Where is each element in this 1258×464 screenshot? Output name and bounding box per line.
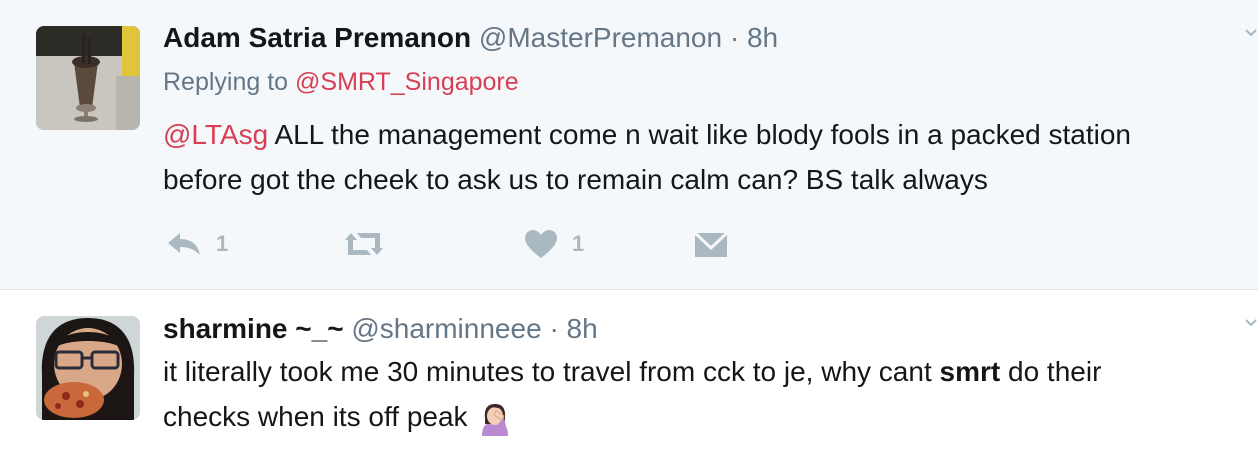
tweet-text-line-1: @LTAsg ALL the management come n wait li… — [163, 112, 1131, 157]
like-count: 1 — [572, 231, 585, 256]
replying-to-label: Replying to — [163, 68, 296, 96]
timestamp[interactable]: 8h — [747, 22, 778, 53]
tweet-text-line-2: before got the cheek to ask us to remain… — [163, 164, 988, 195]
tweet-text-segment: it literally took me 30 minutes to trave… — [163, 356, 940, 387]
chevron-down-icon[interactable] — [1244, 316, 1258, 330]
direct-message-action[interactable] — [694, 226, 728, 262]
separator-dot: · — [549, 313, 559, 344]
avatar[interactable] — [36, 26, 140, 130]
timestamp[interactable]: 8h — [567, 313, 598, 344]
tweet-text-line-2: checks when its off peak — [163, 394, 1101, 439]
tweet-header: sharmine ~_~ @sharminneee · 8h — [163, 311, 598, 347]
tweet-text-segment: ALL the management come n wait like blod… — [268, 119, 1132, 150]
mention-link[interactable]: @LTAsg — [163, 119, 268, 150]
like-action[interactable]: 1 — [524, 226, 584, 262]
avatar-image — [36, 316, 140, 420]
tweet-text: it literally took me 30 minutes to trave… — [163, 349, 1101, 439]
retweet-action[interactable] — [341, 226, 401, 262]
face-palm-emoji — [481, 403, 508, 436]
tweet-text-segment: checks when its off peak — [163, 401, 468, 432]
like-icon — [525, 230, 557, 258]
retweet-icon — [345, 233, 383, 255]
user-handle[interactable]: @MasterPremanon — [479, 22, 722, 53]
tweet-header: Adam Satria Premanon @MasterPremanon · 8… — [163, 20, 778, 56]
reply-count: 1 — [216, 231, 229, 256]
tweet-text-line-1: it literally took me 30 minutes to trave… — [163, 349, 1101, 394]
reply-icon — [168, 233, 200, 255]
chevron-down-icon[interactable] — [1244, 26, 1258, 40]
tweet-1[interactable]: Adam Satria Premanon @MasterPremanon · 8… — [0, 0, 1258, 290]
avatar[interactable] — [36, 316, 140, 420]
tweet-text: @LTAsg ALL the management come n wait li… — [163, 112, 1131, 202]
display-name[interactable]: sharmine ~_~ — [163, 313, 344, 344]
separator-dot: · — [729, 22, 740, 53]
user-handle[interactable]: @sharminneee — [351, 313, 541, 344]
avatar-image — [36, 26, 140, 130]
reply-action[interactable]: 1 — [166, 226, 228, 262]
replying-to-mention[interactable]: @SMRT_Singapore — [295, 68, 519, 96]
replying-to: Replying to @SMRT_Singapore — [163, 68, 519, 97]
bold-keyword: smrt — [939, 356, 1001, 387]
message-icon — [694, 231, 728, 257]
tweet-text-segment: do their — [1000, 356, 1102, 387]
display-name[interactable]: Adam Satria Premanon — [163, 22, 471, 53]
